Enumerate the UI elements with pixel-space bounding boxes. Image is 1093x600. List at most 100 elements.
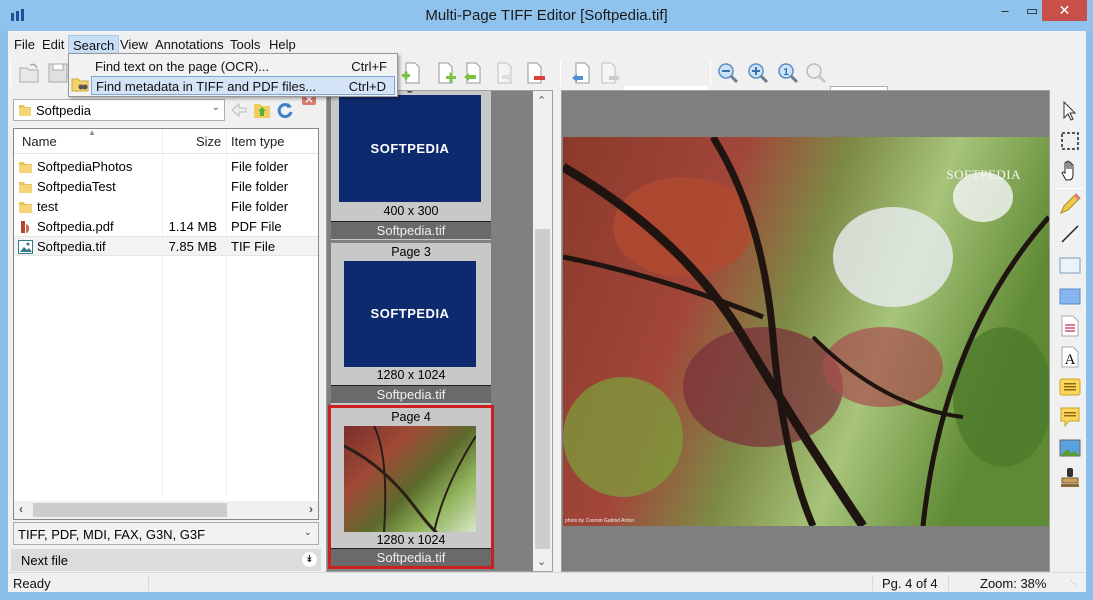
scroll-left-icon[interactable]: ‹	[19, 502, 23, 516]
sort-arrow-icon: ▲	[88, 128, 96, 137]
thumbnail-scrollbar[interactable]: ⌃ ⌄	[533, 91, 552, 571]
thumbnail-image: SOFTPEDIA	[339, 95, 481, 202]
next-file-bar[interactable]: Next file ↡	[11, 549, 321, 571]
menu-search[interactable]: Search	[68, 35, 120, 55]
status-page: Pg. 4 of 4	[882, 576, 938, 591]
svg-text:1: 1	[783, 67, 789, 78]
page-image: SOFTPEDIA photo by Cosmin Gabriel Anton	[563, 137, 1049, 526]
image-stamp-icon[interactable]	[1058, 436, 1082, 460]
scroll-up-icon[interactable]: ⌃	[537, 94, 546, 107]
chevron-down-icon: ⌄	[303, 527, 312, 538]
annotation-toolbar: A	[1054, 93, 1086, 533]
delete-page-icon[interactable]	[524, 61, 548, 85]
refresh-icon[interactable]	[276, 101, 294, 119]
scroll-down-icon[interactable]: ⌄	[537, 555, 546, 568]
text-icon[interactable]: A	[1058, 345, 1082, 369]
title-bar[interactable]: Multi-Page TIFF Editor [Softpedia.tif] –…	[0, 0, 1093, 31]
toolbar-separator	[10, 60, 11, 86]
minimize-button[interactable]: –	[990, 0, 1020, 21]
thumbnail-filename: Softpedia.tif	[331, 385, 491, 403]
file-row[interactable]: SoftpediaTest File folder	[14, 177, 318, 197]
file-row-selected[interactable]: Softpedia.tif 7.85 MB TIF File	[14, 236, 318, 256]
menu-annotations[interactable]: Annotations	[151, 35, 228, 55]
add-page-icon[interactable]	[435, 61, 459, 85]
folder-icon	[19, 202, 32, 213]
photo-credit: photo by Cosmin Gabriel Anton	[565, 518, 635, 524]
up-folder-icon[interactable]	[253, 101, 271, 119]
zoom-out-icon[interactable]	[716, 61, 740, 85]
folder-select[interactable]: Softpedia ⌄	[13, 99, 225, 121]
status-divider	[948, 575, 949, 591]
file-row[interactable]: test File folder	[14, 197, 318, 217]
file-type: PDF File	[231, 219, 282, 234]
move-page-icon[interactable]	[494, 61, 518, 85]
zoom-in-icon[interactable]	[746, 61, 770, 85]
file-type-filter-value: TIFF, PDF, MDI, FAX, G3N, G3F	[18, 527, 206, 542]
client-area: File Edit Search View Annotations Tools …	[8, 31, 1086, 592]
column-header-type[interactable]: Item type	[231, 134, 284, 149]
pencil-icon[interactable]	[1058, 192, 1082, 216]
menu-file[interactable]: File	[10, 35, 39, 55]
highlight-icon[interactable]	[1058, 314, 1082, 338]
menu-view[interactable]: View	[116, 35, 152, 55]
scrollbar-thumb[interactable]	[535, 229, 550, 549]
toolbar-separator	[1056, 188, 1084, 189]
scrollbar-thumb[interactable]	[33, 503, 227, 517]
menu-item-label: Find text on the page (OCR)...	[95, 59, 270, 74]
thumbnail-filename: Softpedia.tif	[331, 548, 491, 566]
menu-tools[interactable]: Tools	[226, 35, 264, 55]
image-viewer[interactable]: SOFTPEDIA photo by Cosmin Gabriel Anton	[561, 90, 1050, 572]
file-type-filter-select[interactable]: TIFF, PDF, MDI, FAX, G3N, G3F ⌄	[13, 522, 319, 545]
insert-page-before-icon[interactable]	[400, 61, 424, 85]
file-row[interactable]: Softpedia.pdf 1.14 MB PDF File	[14, 217, 318, 237]
next-page-icon[interactable]	[598, 61, 622, 85]
insert-page-at-start-icon[interactable]	[461, 61, 485, 85]
menu-item-find-text-ocr[interactable]: Find text on the page (OCR)... Ctrl+F	[91, 57, 395, 76]
thumbnail-filename: Softpedia.tif	[331, 221, 491, 239]
next-file-label: Next file	[21, 553, 68, 568]
status-bar: Ready Pg. 4 of 4 Zoom: 38% ⋱	[8, 572, 1086, 592]
status-divider	[872, 575, 873, 591]
thumbnail-page-label: Page 4	[391, 410, 431, 424]
rubber-stamp-icon[interactable]	[1058, 466, 1082, 490]
menu-item-find-metadata[interactable]: Find metadata in TIFF and PDF files... C…	[91, 76, 395, 95]
actual-size-icon[interactable]: 1	[776, 61, 800, 85]
thumbnail-page-4-selected[interactable]: Page 4 1280 x 1024 Softpedia.tif	[328, 405, 494, 569]
horizontal-scrollbar[interactable]: ‹ ›	[14, 501, 318, 519]
file-name: test	[37, 199, 58, 214]
menu-edit[interactable]: Edit	[38, 35, 68, 55]
previous-page-icon[interactable]	[570, 61, 594, 85]
save-icon[interactable]	[46, 61, 70, 85]
scroll-right-icon[interactable]: ›	[309, 502, 313, 516]
thumbnail-page-3[interactable]: Page 3 SOFTPEDIA 1280 x 1024 Softpedia.t…	[331, 243, 491, 405]
filled-rectangle-icon[interactable]	[1058, 284, 1082, 308]
note-icon[interactable]	[1058, 375, 1082, 399]
close-button[interactable]: ✕	[1042, 0, 1087, 21]
menu-help[interactable]: Help	[265, 35, 300, 55]
thumbnail-dimensions: 400 x 300	[383, 204, 439, 218]
file-name: Softpedia.pdf	[37, 219, 114, 234]
resize-grip-icon[interactable]: ⋱	[1070, 579, 1078, 588]
hand-pan-icon[interactable]	[1058, 159, 1082, 183]
file-row[interactable]: SoftpediaPhotos File folder	[14, 157, 318, 177]
pdf-file-icon	[21, 221, 30, 233]
rectangle-icon[interactable]	[1058, 253, 1082, 277]
thumbnail-dimensions: 1280 x 1024	[376, 533, 446, 547]
app-window: Multi-Page TIFF Editor [Softpedia.tif] –…	[0, 0, 1093, 600]
back-icon[interactable]	[230, 101, 248, 119]
column-header-name[interactable]: Name	[22, 134, 57, 149]
pointer-icon[interactable]	[1058, 99, 1082, 123]
rectangle-select-icon[interactable]	[1058, 129, 1082, 153]
thumbnail-page-2[interactable]: Page 2 SOFTPEDIA 400 x 300 Softpedia.tif	[331, 91, 491, 240]
folder-name: Softpedia	[36, 103, 91, 118]
toolbar-separator	[560, 60, 561, 86]
open-folder-icon[interactable]	[18, 61, 42, 85]
callout-icon[interactable]	[1058, 405, 1082, 429]
line-icon[interactable]	[1058, 222, 1082, 246]
double-chevron-down-icon[interactable]: ↡	[302, 552, 317, 567]
thumbnail-dimensions: 1280 x 1024	[376, 368, 446, 382]
fit-page-icon[interactable]	[804, 61, 828, 85]
branch-lines	[343, 425, 477, 538]
status-zoom: Zoom: 38%	[980, 576, 1047, 591]
column-header-size[interactable]: Size	[196, 134, 221, 149]
